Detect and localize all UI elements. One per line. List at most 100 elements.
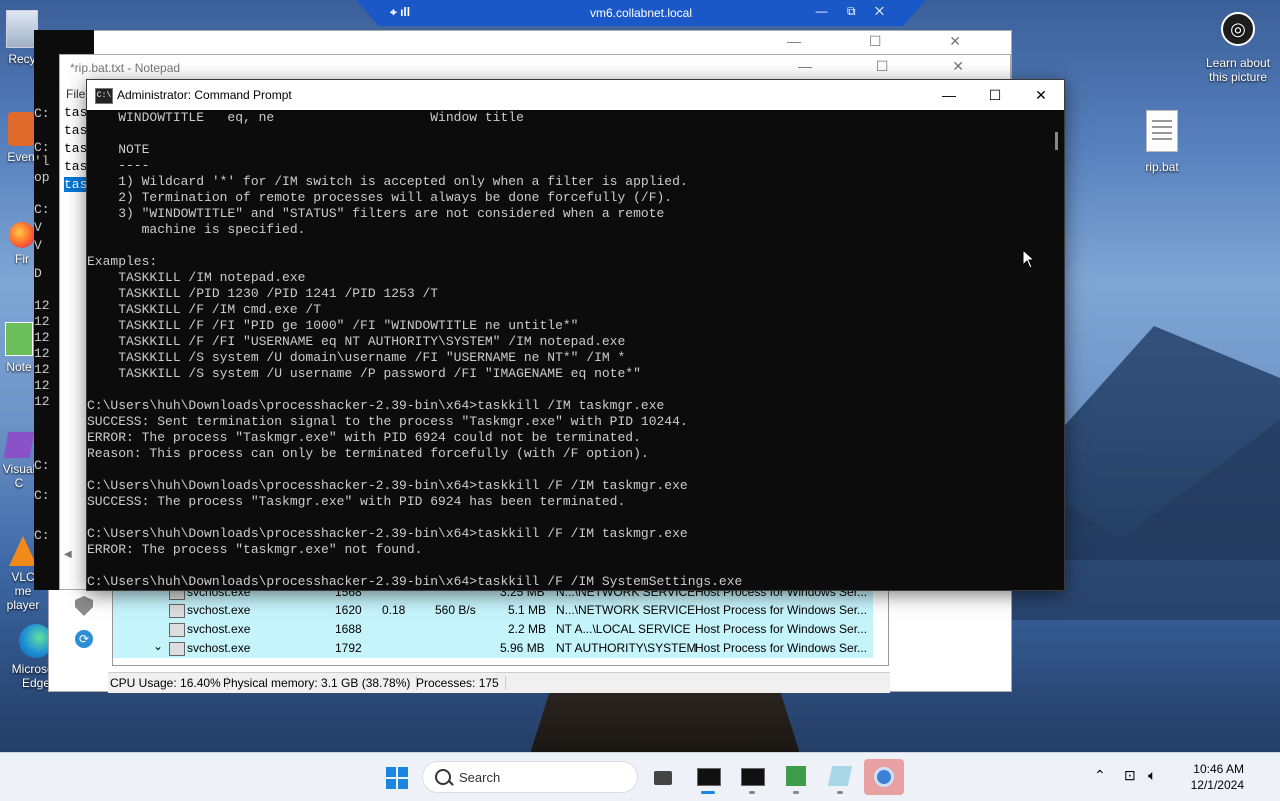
volume-icon[interactable]: 🔈︎ — [1148, 767, 1156, 784]
windows-icon — [386, 767, 396, 777]
chevron-down-icon[interactable]: ⌄ — [153, 639, 163, 653]
desktop-icon-notepad[interactable]: Note — [4, 322, 34, 374]
status-processes: Processes: 175 — [416, 676, 506, 690]
clock-date: 12/1/2024 — [1190, 778, 1244, 792]
notepad-menu-file[interactable]: File — [66, 87, 85, 101]
table-row[interactable]: ⌄ svchost.exe 1792 5.96 MB NT AUTHORITY\… — [113, 639, 873, 658]
process-desc: Host Process for Windows Ser... — [695, 622, 868, 636]
desktop-icon-label: Even — [7, 150, 35, 164]
process-hacker-icon — [874, 767, 894, 787]
cmd-line: TASKKILL /F /FI "USERNAME eq NT AUTHORIT… — [87, 334, 626, 349]
chevron-up-icon[interactable]: ⌃ — [1094, 767, 1106, 784]
background-console-line: C: — [34, 458, 50, 473]
vm-bar-controls[interactable]: — ⧉ ✕ — [816, 4, 892, 19]
task-view-icon — [654, 771, 672, 785]
process-name: svchost.exe — [187, 641, 251, 655]
taskbar-process-hacker[interactable] — [864, 759, 904, 795]
firefox-icon — [9, 222, 35, 248]
process-io: 560 B/s — [435, 603, 476, 617]
taskbar-cmd-1[interactable] — [690, 761, 726, 794]
notepad-line[interactable]: tas — [64, 123, 87, 138]
console-icon: C:\ — [95, 88, 113, 104]
process-table[interactable]: svchost.exe 1568 3.25 MB N...\NETWORK SE… — [112, 588, 889, 666]
cmd-line: 3) "WINDOWTITLE" and "STATUS" filters ar… — [87, 206, 665, 221]
vm-connection-bar[interactable]: ⌖ ıll vm6.collabnet.local — ⧉ ✕ — [356, 0, 926, 26]
running-indicator — [793, 791, 799, 794]
background-console-line: 12 — [34, 362, 50, 377]
shield-icon[interactable] — [75, 596, 93, 616]
taskbar-notepad[interactable] — [778, 761, 814, 794]
process-name: svchost.exe — [187, 622, 251, 636]
process-hacker-side-icons: ⟳ — [72, 590, 98, 660]
background-console-line: 12 — [34, 330, 50, 345]
process-desc: Host Process for Windows Ser... — [695, 603, 868, 617]
cmd-line: TASKKILL /PID 1230 /PID 1241 /PID 1253 /… — [87, 286, 439, 301]
notepad-window-controls[interactable]: — ☐ ✕ — [798, 58, 994, 75]
notes-app-icon — [827, 766, 853, 786]
terminal-icon — [741, 768, 765, 786]
status-cpu: CPU Usage: 16.40% — [110, 676, 228, 690]
desktop-icon-label: Note — [6, 360, 32, 374]
background-console-line: 12 — [34, 314, 50, 329]
desktop-icon-firefox[interactable]: Fir — [8, 222, 36, 266]
process-cpu: 0.18 — [382, 603, 406, 617]
background-console-line: C: — [34, 528, 50, 543]
minimize-button[interactable]: — — [926, 80, 972, 110]
background-console-line: C: — [34, 140, 50, 155]
cmd-line: ERROR: The process "Taskmgr.exe" with PI… — [87, 430, 641, 445]
taskbar-cmd-2[interactable] — [734, 761, 770, 794]
visual-studio-icon — [3, 432, 35, 458]
close-button[interactable]: ✕ — [1018, 80, 1064, 110]
notepad-app-icon — [786, 766, 806, 786]
terminal-icon — [697, 768, 721, 786]
cmd-line: C:\Users\huh\Downloads\processhacker-2.3… — [87, 398, 665, 413]
cmd-line: TASKKILL /S system /U domain\username /F… — [87, 350, 626, 365]
notepad-line[interactable]: tas — [64, 159, 87, 174]
task-view-button[interactable] — [646, 761, 682, 793]
cmd-line: TASKKILL /S system /U username /P passwo… — [87, 366, 641, 381]
refresh-icon[interactable]: ⟳ — [75, 630, 93, 648]
desktop-icon-event[interactable]: Even — [6, 112, 36, 164]
process-hacker-window-controls[interactable]: — ☐ ✕ — [787, 33, 993, 50]
notepad-scroll-left-icon[interactable]: ◀ — [64, 549, 72, 560]
cmd-line: TASKKILL /F /IM cmd.exe /T — [87, 302, 322, 317]
command-prompt-window[interactable]: C:\ Administrator: Command Prompt — ☐ ✕ … — [86, 79, 1065, 591]
clock-time: 10:46 AM — [1193, 762, 1244, 776]
background-console-line: 12 — [34, 298, 50, 313]
cmd-title: Administrator: Command Prompt — [117, 88, 292, 102]
status-memory: Physical memory: 3.1 GB (38.78%) — [223, 676, 418, 690]
process-icon — [169, 642, 185, 656]
table-row[interactable]: svchost.exe 1620 0.18 560 B/s 5.1 MB N..… — [113, 601, 873, 620]
cmd-line: TASKKILL /F /FI "PID ge 1000" /FI "WINDO… — [87, 318, 579, 333]
network-icon[interactable]: ⊡ — [1124, 767, 1136, 784]
background-console-line: C: — [34, 202, 50, 217]
start-button[interactable] — [379, 761, 415, 793]
learn-about-picture[interactable]: ◎ Learn about this picture — [1198, 12, 1278, 84]
cmd-line: SUCCESS: Sent termination signal to the … — [87, 414, 688, 429]
cmd-line: NOTE — [87, 142, 150, 157]
process-hacker-statusbar: CPU Usage: 16.40% Physical memory: 3.1 G… — [108, 672, 890, 693]
maximize-button[interactable]: ☐ — [972, 80, 1018, 110]
cmd-line: C:\Users\huh\Downloads\processhacker-2.3… — [87, 574, 743, 589]
search-label: Search — [459, 770, 501, 785]
desktop-icon-visual-c[interactable]: Visual C — [2, 432, 36, 490]
notepad-line[interactable]: tas — [64, 141, 87, 156]
taskbar-notepad-2[interactable] — [822, 761, 858, 794]
cmd-line: machine is specified. — [87, 222, 306, 237]
clock[interactable]: 10:46 AM 12/1/2024 — [1172, 761, 1244, 793]
active-indicator — [701, 791, 715, 794]
process-pid: 1688 — [335, 622, 362, 636]
cmd-title-bar[interactable]: C:\ Administrator: Command Prompt — ☐ ✕ — [87, 80, 1064, 110]
cmd-line: ---- — [87, 158, 150, 173]
desktop-icon-label: Visual C — [2, 462, 36, 490]
process-pid: 1792 — [335, 641, 362, 655]
notepad-title: *rip.bat.txt - Notepad — [70, 61, 181, 75]
desktop-icon-ripbat[interactable]: rip.bat — [1135, 110, 1189, 174]
vlc-icon — [9, 536, 37, 566]
cmd-output[interactable]: WINDOWTITLE eq, ne Window title NOTE ---… — [87, 110, 1047, 590]
cmd-scrollbar[interactable] — [1055, 132, 1058, 150]
table-row[interactable]: svchost.exe 1688 2.2 MB NT A...\LOCAL SE… — [113, 620, 873, 639]
notepad-line-selected[interactable]: tas — [64, 177, 88, 192]
search-box[interactable]: Search — [422, 761, 638, 793]
notepad-line[interactable]: tas — [64, 105, 87, 120]
